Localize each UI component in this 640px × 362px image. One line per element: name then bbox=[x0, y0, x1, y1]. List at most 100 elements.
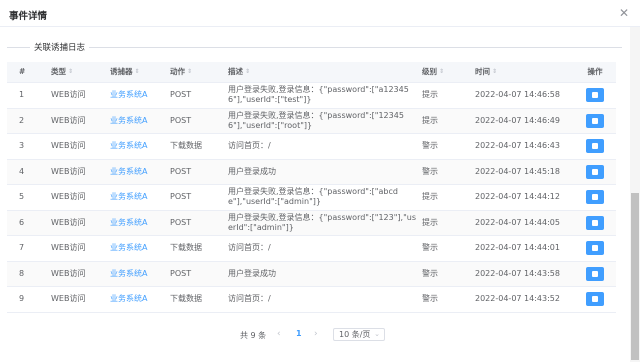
header-desc-label: 描述 bbox=[228, 67, 243, 76]
log-table: # 类型 ⇕ 诱捕器 ⇕ 动作 ⇕ 描述 ⇕ 级别 ⇕ 时间 ⇕ 操作 1 WEB访问 业务系统… bbox=[7, 62, 616, 313]
cell-action: POST bbox=[170, 160, 225, 185]
cell-index: 4 bbox=[19, 160, 39, 185]
cell-type-text: WEB访问 bbox=[51, 294, 86, 304]
cell-index: 8 bbox=[19, 262, 39, 287]
header-type[interactable]: 类型 ⇕ bbox=[51, 62, 106, 82]
view-detail-button[interactable] bbox=[586, 266, 604, 281]
cell-trap-text[interactable]: 业务系统A bbox=[110, 90, 147, 100]
cell-type: WEB访问 bbox=[51, 211, 106, 236]
cell-trap-text[interactable]: 业务系统A bbox=[110, 167, 147, 177]
cell-type: WEB访问 bbox=[51, 134, 106, 159]
cell-action: 下载数据 bbox=[170, 134, 225, 159]
cell-trap-text[interactable]: 业务系统A bbox=[110, 116, 147, 126]
header-action[interactable]: 动作 ⇕ bbox=[170, 62, 225, 82]
scrollbar[interactable] bbox=[630, 27, 640, 362]
cell-trap[interactable]: 业务系统A bbox=[110, 160, 162, 185]
cell-op bbox=[579, 185, 611, 210]
header-level[interactable]: 级别 ⇕ bbox=[422, 62, 470, 82]
header-desc[interactable]: 描述 ⇕ bbox=[228, 62, 416, 82]
cell-time-text: 2022-04-07 14:46:49 bbox=[475, 115, 560, 125]
cell-type-text: WEB访问 bbox=[51, 141, 86, 151]
page-size-select[interactable]: 10 条/页 ⌄ bbox=[333, 328, 385, 341]
cell-desc-text: 用户登录成功 bbox=[228, 166, 276, 176]
cell-trap-text[interactable]: 业务系统A bbox=[110, 269, 147, 279]
header-trap[interactable]: 诱捕器 ⇕ bbox=[110, 62, 162, 82]
cell-trap[interactable]: 业务系统A bbox=[110, 211, 162, 236]
cell-op bbox=[579, 262, 611, 287]
cell-type-text: WEB访问 bbox=[51, 90, 86, 100]
sort-icon[interactable]: ⇕ bbox=[68, 67, 73, 77]
cell-time-text: 2022-04-07 14:46:58 bbox=[475, 90, 560, 100]
close-icon[interactable]: ✕ bbox=[619, 6, 629, 20]
cell-trap[interactable]: 业务系统A bbox=[110, 134, 162, 159]
page-number[interactable]: 1 bbox=[296, 329, 302, 338]
sort-icon[interactable]: ⇕ bbox=[492, 67, 497, 77]
cell-trap-text[interactable]: 业务系统A bbox=[110, 294, 147, 304]
cell-desc: 用户登录失败,登录信息：{"password":["123"],"userId"… bbox=[228, 211, 416, 236]
cell-desc: 用户登录成功 bbox=[228, 262, 416, 287]
sort-icon[interactable]: ⇕ bbox=[187, 67, 192, 77]
table-row: 9 WEB访问 业务系统A 下载数据 访问首页：/ 警示 2022-04-07 14:43:… bbox=[7, 287, 616, 313]
cell-trap[interactable]: 业务系统A bbox=[110, 185, 162, 210]
cell-index-text: 4 bbox=[19, 166, 25, 176]
cell-type-text: WEB访问 bbox=[51, 268, 86, 278]
cell-time: 2022-04-07 14:44:05 bbox=[475, 211, 575, 236]
view-detail-button[interactable] bbox=[586, 164, 604, 179]
header-type-label: 类型 bbox=[51, 67, 66, 76]
cell-index-text: 6 bbox=[19, 217, 25, 227]
cell-level-text: 警示 bbox=[422, 166, 438, 176]
chevron-right-icon[interactable]: › bbox=[314, 329, 318, 339]
cell-time-text: 2022-04-07 14:44:01 bbox=[475, 243, 560, 253]
sort-icon[interactable]: ⇕ bbox=[245, 67, 250, 77]
cell-level: 提示 bbox=[422, 109, 470, 134]
header-index: # bbox=[19, 67, 26, 76]
view-detail-button[interactable] bbox=[586, 113, 604, 128]
cell-trap-text[interactable]: 业务系统A bbox=[110, 192, 147, 202]
cell-op bbox=[579, 236, 611, 261]
cell-level: 提示 bbox=[422, 83, 470, 108]
view-detail-button[interactable] bbox=[586, 292, 604, 307]
cell-action: POST bbox=[170, 185, 225, 210]
section-divider bbox=[7, 47, 622, 48]
cell-op bbox=[579, 287, 611, 312]
table-row: 1 WEB访问 业务系统A POST 用户登录失败,登录信息：{"password":[… bbox=[7, 83, 616, 109]
cell-type: WEB访问 bbox=[51, 236, 106, 261]
cell-action-text: POST bbox=[170, 115, 192, 125]
cell-trap[interactable]: 业务系统A bbox=[110, 236, 162, 261]
chevron-left-icon[interactable]: ‹ bbox=[277, 329, 281, 339]
cell-desc: 用户登录失败,登录信息：{"password":["a123456"],"use… bbox=[228, 83, 416, 108]
cell-desc: 用户登录失败,登录信息：{"password":["123456"],"user… bbox=[228, 109, 416, 134]
cell-trap-text[interactable]: 业务系统A bbox=[110, 218, 147, 228]
table-row: 6 WEB访问 业务系统A POST 用户登录失败,登录信息：{"password":[… bbox=[7, 210, 616, 236]
view-detail-button[interactable] bbox=[586, 139, 604, 154]
cell-type: WEB访问 bbox=[51, 287, 106, 312]
cell-trap-text[interactable]: 业务系统A bbox=[110, 141, 147, 151]
cell-type-text: WEB访问 bbox=[51, 192, 86, 202]
header-op: 操作 bbox=[587, 67, 603, 76]
view-detail-button[interactable] bbox=[586, 190, 604, 205]
sort-icon[interactable]: ⇕ bbox=[135, 67, 140, 77]
table-row: 2 WEB访问 业务系统A POST 用户登录失败,登录信息：{"password":[… bbox=[7, 108, 616, 134]
cell-time: 2022-04-07 14:45:18 bbox=[475, 160, 575, 185]
cell-index-text: 1 bbox=[19, 90, 25, 100]
cell-op bbox=[579, 134, 611, 159]
cell-index: 2 bbox=[19, 109, 39, 134]
view-detail-button[interactable] bbox=[586, 241, 604, 256]
cell-action: POST bbox=[170, 211, 225, 236]
sort-icon[interactable]: ⇕ bbox=[439, 67, 444, 77]
cell-trap[interactable]: 业务系统A bbox=[110, 109, 162, 134]
header-time[interactable]: 时间 ⇕ bbox=[475, 62, 575, 82]
header-action-label: 动作 bbox=[170, 67, 185, 76]
view-detail-button[interactable] bbox=[586, 88, 604, 103]
view-detail-button[interactable] bbox=[586, 215, 604, 230]
cell-trap[interactable]: 业务系统A bbox=[110, 262, 162, 287]
cell-type-text: WEB访问 bbox=[51, 243, 86, 253]
cell-trap[interactable]: 业务系统A bbox=[110, 83, 162, 108]
cell-trap-text[interactable]: 业务系统A bbox=[110, 243, 147, 253]
cell-action-text: POST bbox=[170, 192, 192, 202]
cell-action-text: POST bbox=[170, 166, 192, 176]
cell-trap[interactable]: 业务系统A bbox=[110, 287, 162, 312]
cell-time-text: 2022-04-07 14:44:12 bbox=[475, 192, 560, 202]
cell-level-text: 警示 bbox=[422, 268, 438, 278]
cell-op bbox=[579, 211, 611, 236]
